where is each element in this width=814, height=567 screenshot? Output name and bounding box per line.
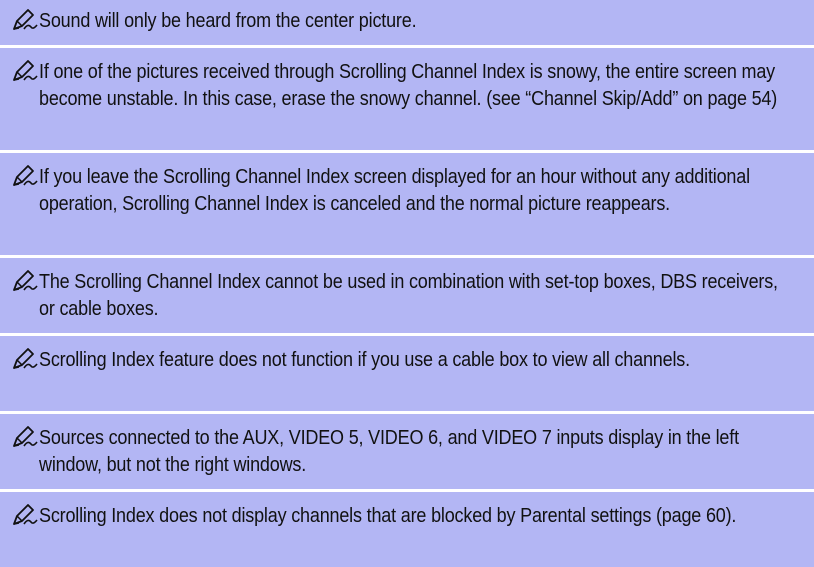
note-text: Sound will only be heard from the center… <box>39 10 417 32</box>
note-text: Scrolling Index feature does not functio… <box>39 349 690 371</box>
note-item: Scrolling Index feature does not functio… <box>12 347 802 374</box>
divider <box>0 45 814 48</box>
divider <box>0 489 814 492</box>
divider <box>0 150 814 153</box>
divider <box>0 255 814 258</box>
note-item: If one of the pictures received through … <box>12 59 802 113</box>
note-text: The Scrolling Channel Index cannot be us… <box>39 271 778 320</box>
note-text: If you leave the Scrolling Channel Index… <box>39 166 750 215</box>
divider <box>0 333 814 336</box>
note-item: The Scrolling Channel Index cannot be us… <box>12 269 802 323</box>
note-item: If you leave the Scrolling Channel Index… <box>12 164 802 218</box>
note-item: Scrolling Index does not display channel… <box>12 503 802 530</box>
note-item: Sound will only be heard from the center… <box>12 8 802 35</box>
note-item: Sources connected to the AUX, VIDEO 5, V… <box>12 425 802 479</box>
divider <box>0 411 814 414</box>
note-text: If one of the pictures received through … <box>39 61 778 110</box>
notes-panel: Sound will only be heard from the center… <box>0 0 814 567</box>
note-text: Sources connected to the AUX, VIDEO 5, V… <box>39 427 739 476</box>
note-text: Scrolling Index does not display channel… <box>39 505 737 527</box>
